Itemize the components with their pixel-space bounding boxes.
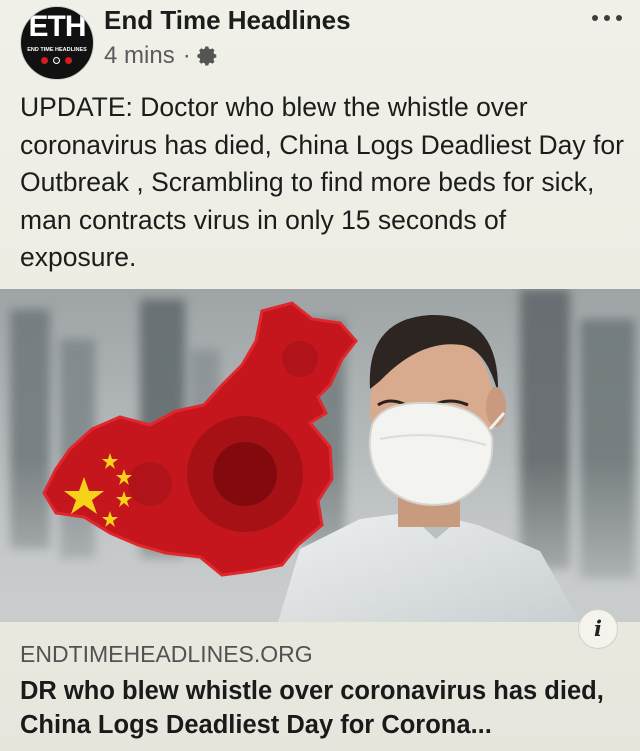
- avatar-logo-subtitle: END TIME HEADLINES: [27, 47, 87, 53]
- post-text: UPDATE: Doctor who blew the whistle over…: [20, 92, 624, 272]
- link-domain[interactable]: ENDTIMEHEADLINES.ORG: [20, 641, 313, 668]
- gear-icon[interactable]: [197, 45, 219, 67]
- post-header: ETH END TIME HEADLINES End Time Headline…: [0, 0, 640, 84]
- facebook-post: ETH END TIME HEADLINES End Time Headline…: [0, 0, 640, 751]
- link-title[interactable]: DR who blew whistle over coronavirus has…: [20, 674, 620, 742]
- avatar-logo-text: ETH: [28, 10, 87, 43]
- post-meta: 4 mins ·: [104, 41, 219, 71]
- page-name[interactable]: End Time Headlines: [104, 5, 351, 36]
- meta-separator: ·: [182, 42, 191, 69]
- link-preview-card[interactable]: i ENDTIMEHEADLINES.ORG DR who blew whist…: [0, 289, 640, 751]
- avatar-logo-dots: [41, 57, 73, 65]
- timestamp[interactable]: 4 mins: [104, 42, 175, 70]
- more-options-icon[interactable]: [592, 12, 622, 24]
- info-icon[interactable]: i: [578, 609, 618, 649]
- link-preview-image[interactable]: [0, 289, 640, 622]
- avatar[interactable]: ETH END TIME HEADLINES: [20, 6, 94, 80]
